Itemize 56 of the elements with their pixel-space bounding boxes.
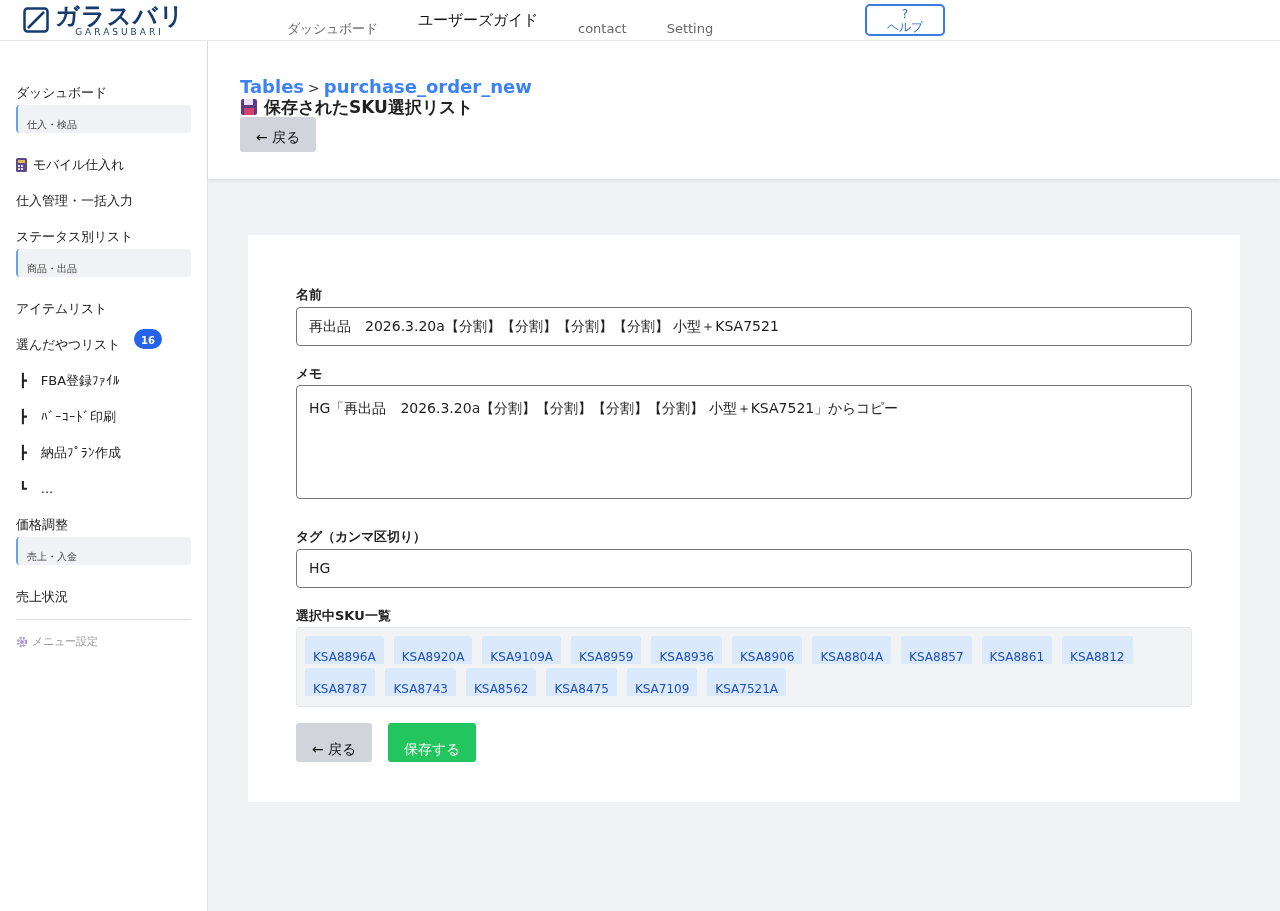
sku-tag: KSA8861 [981,636,1053,664]
section-header: 商品・出品 [16,249,191,277]
page-title: 保存されたSKU選択リスト [264,96,473,118]
count-badge: 16 [134,329,162,349]
settings-icon [16,636,28,649]
sku-tag: KSA7109 [626,668,698,696]
field-label: 名前 [296,286,323,304]
sku-tag: KSA7521A [707,668,786,696]
tree-connector: ┗ [19,480,27,499]
tree-connector: ┣ [19,407,27,427]
sidebar-item[interactable]: ... [40,479,54,499]
section-header: 仕入・検品 [16,105,191,133]
calculator-icon [16,158,27,172]
field-label: タグ（カンマ区切り） [296,528,427,546]
sku-tag: KSA8812 [1062,636,1133,664]
field-label: 選択中SKU一覧 [296,606,392,625]
breadcrumb-current: purchase_order_new [323,76,532,97]
sku-tag: KSA8857 [901,636,972,664]
sku-tag: KSA8562 [465,668,537,696]
sku-tag: KSA8959 [571,636,642,664]
sku-tag: KSA8475 [546,668,617,696]
breadcrumb-link[interactable]: Tables [240,76,305,97]
sku-tag: KSA9109A [482,636,561,664]
help-button[interactable]: ? ヘルプ [865,4,945,36]
nav-link[interactable]: ダッシュボード [267,0,398,39]
brand-subtitle: GARASUBARI [75,27,164,37]
tree-connector: ┣ [19,371,27,391]
sku-tag: KSA8787 [305,668,376,696]
sidebar-item[interactable]: 選んだやつリスト [16,335,120,355]
breadcrumb-separator: > [308,80,320,96]
logo-icon [22,7,49,33]
sku-tag: KSA8896A [305,636,384,664]
section-header: 売上・入金 [16,537,191,565]
text-field[interactable]: 再出品 2026.3.20a【分割】【分割】【分割】【分割】 小型＋KSA7521 [296,306,1192,346]
text-area[interactable]: HG「再出品 2026.3.20a【分割】【分割】【分割】【分割】 小型＋KSA7521」からコピー [296,385,1192,499]
brand-name: ガラスバリ [54,3,185,28]
nav-link[interactable]: contact [558,0,647,39]
sku-tag: KSA8906 [731,636,803,664]
sidebar-item[interactable]: アイテムリスト [16,291,191,327]
tree-connector: ┣ [19,443,27,463]
sidebar-item[interactable]: 売上状況 [16,579,191,615]
sidebar-item[interactable]: 納品ﾌﾟﾗﾝ作成 [40,443,121,463]
sku-tag: KSA8804A [812,636,892,664]
sidebar-item[interactable]: モバイル仕入れ [33,155,124,175]
sku-tag: KSA8743 [385,668,456,696]
back-button[interactable]: ← 戻る [240,117,317,153]
sidebar-item[interactable]: ﾊﾞｰｺｰﾄﾞ印刷 [40,407,116,427]
nav-link[interactable]: ユーザーズガイド [398,0,558,32]
back-button[interactable]: ← 戻る [296,723,373,762]
sidebar-item[interactable]: FBA登録ﾌｧｲﾙ [40,371,121,391]
nav-link[interactable]: Setting [646,0,734,39]
sidebar-item[interactable]: 仕入管理・一括入力 [16,183,191,219]
text-field[interactable]: HG [296,548,1192,588]
sku-tag: KSA8920A [393,636,473,664]
sku-tag: KSA8936 [651,636,722,664]
field-label: メモ [296,364,323,383]
